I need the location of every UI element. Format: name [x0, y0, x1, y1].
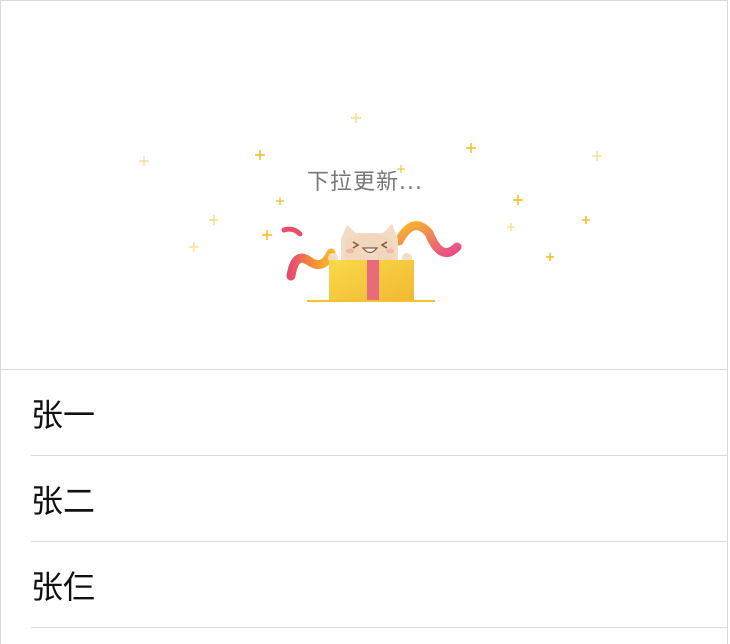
app-frame: 下拉更新... 张一 张二 张仨	[0, 0, 728, 644]
list-item[interactable]: 张仨	[1, 542, 727, 628]
list-item[interactable]: 张二	[1, 456, 727, 542]
refresh-status-text: 下拉更新...	[307, 170, 423, 195]
list-item-label: 张一	[31, 396, 96, 434]
pull-to-refresh-header: 下拉更新...	[1, 1, 727, 370]
list-item-label: 张二	[31, 482, 96, 520]
contact-list: 张一 张二 张仨	[1, 370, 727, 628]
list-item-label: 张仨	[31, 568, 96, 606]
list-item[interactable]: 张一	[1, 370, 727, 456]
